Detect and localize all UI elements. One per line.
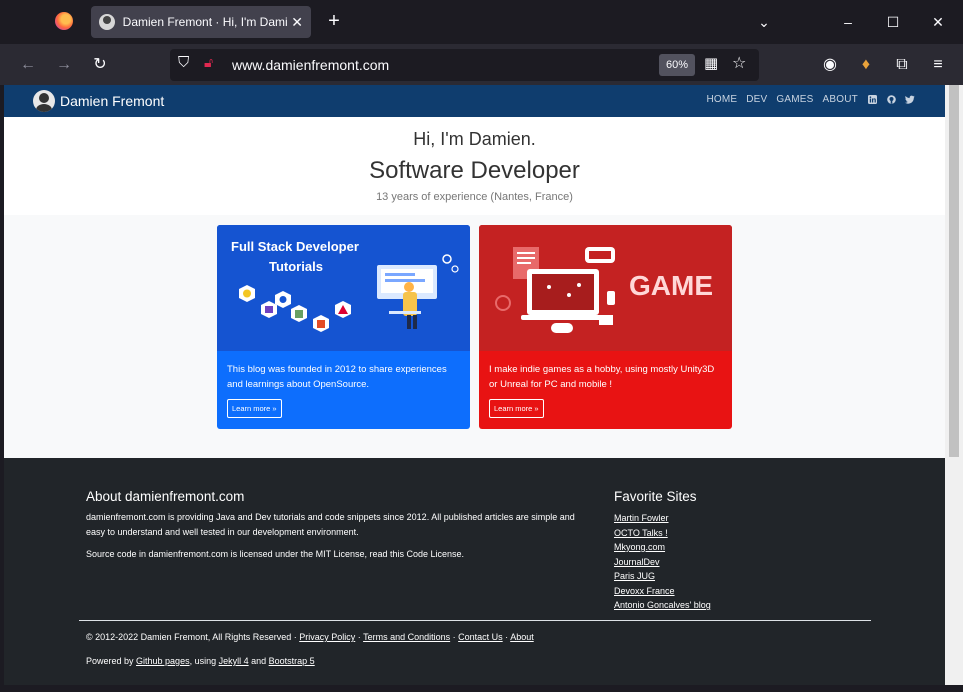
game-learn-more-button[interactable]: Learn more » xyxy=(489,399,544,418)
page-scrollbar[interactable] xyxy=(945,85,963,685)
browser-tab-bar: Damien Fremont · Hi, I'm Dami ✕ + ⌄ – ☐ … xyxy=(0,0,963,44)
new-tab-button[interactable]: + xyxy=(322,10,346,34)
about-link[interactable]: About xyxy=(510,632,534,642)
game-card-description: I make indie games as a hobby, using mos… xyxy=(489,364,715,390)
site-menu: HOME DEV GAMES ABOUT xyxy=(706,94,915,105)
blog-card-description: This blog was founded in 2012 to share e… xyxy=(227,364,447,390)
github-pages-link[interactable]: Github pages xyxy=(136,656,190,666)
nav-about[interactable]: ABOUT xyxy=(823,94,858,105)
about-text: damienfremont.com is providing Java and … xyxy=(86,512,575,537)
account-icon[interactable]: ◉ xyxy=(819,54,841,76)
jekyll-link[interactable]: Jekyll 4 xyxy=(219,656,249,666)
reload-icon[interactable]: ↻ xyxy=(89,54,111,76)
site-navbar: Damien Fremont HOME DEV GAMES ABOUT xyxy=(4,85,945,117)
shield-icon[interactable]: ⛉ xyxy=(178,54,189,71)
extensions-puzzle-icon[interactable]: ⧉ xyxy=(891,54,913,76)
blog-image-title-line2: Tutorials xyxy=(269,259,323,274)
hero-experience: 13 years of experience (Nantes, France) xyxy=(376,191,573,203)
close-window-button[interactable]: ✕ xyxy=(928,12,948,32)
game-card-body: I make indie games as a hobby, using mos… xyxy=(479,351,732,429)
favorite-link-antonio-goncalves[interactable]: Antonio Goncalves' blog xyxy=(614,598,711,613)
hero-role: Software Developer xyxy=(369,157,580,184)
favorite-link-martin-fowler[interactable]: Martin Fowler xyxy=(614,511,711,526)
favorite-link-octo-talks[interactable]: OCTO Talks ! xyxy=(614,526,711,541)
favorite-sites-title: Favorite Sites xyxy=(614,489,697,504)
maximize-button[interactable]: ☐ xyxy=(883,12,903,32)
privacy-policy-link[interactable]: Privacy Policy xyxy=(299,632,355,642)
game-image-title: GAME xyxy=(629,270,713,301)
game-card-image[interactable]: GAME xyxy=(479,225,732,351)
github-icon[interactable] xyxy=(886,94,896,105)
hero-greeting: Hi, I'm Damien. xyxy=(413,129,536,149)
powered-by-text: Powered by xyxy=(86,656,137,666)
minimize-button[interactable]: – xyxy=(838,12,858,32)
footer-divider xyxy=(79,620,871,621)
menu-hamburger-icon[interactable]: ≡ xyxy=(927,54,949,76)
firefox-icon xyxy=(55,12,73,30)
game-card: GAME I make indie games as a hobby, usin… xyxy=(479,225,732,429)
linkedin-icon[interactable] xyxy=(867,94,877,105)
favorite-link-journaldev[interactable]: JournalDev xyxy=(614,555,711,570)
favorite-link-paris-jug[interactable]: Paris JUG xyxy=(614,569,711,584)
cards-section: Full Stack Developer Tutorials This blog… xyxy=(4,215,945,458)
lock-insecure-icon[interactable]: 🔓︎ xyxy=(204,54,213,71)
terms-link[interactable]: Terms and Conditions xyxy=(363,632,450,642)
nav-dev[interactable]: DEV xyxy=(746,94,767,105)
contact-link[interactable]: Contact Us xyxy=(458,632,503,642)
qr-code-icon[interactable]: ▦ xyxy=(704,54,718,72)
copyright-text: © 2012-2022 Damien Fremont, All Rights R… xyxy=(86,632,300,642)
favorite-sites-list: Martin Fowler OCTO Talks ! Mkyong.com Jo… xyxy=(614,511,711,613)
blog-image-title-line1: Full Stack Developer xyxy=(231,239,359,254)
nav-home[interactable]: HOME xyxy=(706,94,737,105)
copyright-line: © 2012-2022 Damien Fremont, All Rights R… xyxy=(86,632,534,642)
bookmark-star-icon[interactable]: ☆ xyxy=(732,53,746,73)
zoom-level-badge[interactable]: 60% xyxy=(659,54,695,76)
site-footer: About damienfremont.com damienfremont.co… xyxy=(4,458,945,685)
blog-card: Full Stack Developer Tutorials This blog… xyxy=(217,225,470,429)
list-tabs-icon[interactable]: ⌄ xyxy=(754,12,774,32)
favorite-link-devoxx-france[interactable]: Devoxx France xyxy=(614,584,711,599)
blog-card-image[interactable]: Full Stack Developer Tutorials xyxy=(217,225,470,351)
blog-learn-more-button[interactable]: Learn more » xyxy=(227,399,282,418)
url-text[interactable]: www.damienfremont.com xyxy=(232,57,389,73)
powered-by-line: Powered by Github pages, using Jekyll 4 … xyxy=(86,656,315,666)
tab-title: Damien Fremont · Hi, I'm Dami xyxy=(122,15,288,29)
scrollbar-thumb[interactable] xyxy=(949,85,959,457)
extension-pin-icon[interactable]: ♦ xyxy=(855,54,877,76)
license-text: Source code in damienfremont.com is lice… xyxy=(86,549,465,559)
forward-icon[interactable]: → xyxy=(53,54,75,76)
blog-card-body: This blog was founded in 2012 to share e… xyxy=(217,351,470,429)
nav-games[interactable]: GAMES xyxy=(776,94,813,105)
twitter-icon[interactable] xyxy=(905,95,915,105)
about-title: About damienfremont.com xyxy=(86,489,245,504)
back-icon[interactable]: ← xyxy=(17,54,39,76)
url-bar[interactable]: ⛉ 🔓︎ www.damienfremont.com 60% ▦ ☆ xyxy=(170,49,759,81)
avatar xyxy=(33,90,55,112)
and-text: and xyxy=(248,656,269,666)
browser-nav-bar: ← → ↻ ⛉ 🔓︎ www.damienfremont.com 60% ▦ ☆… xyxy=(0,44,963,85)
using-text: , using xyxy=(189,656,219,666)
brand-name: Damien Fremont xyxy=(60,93,165,109)
browser-tab[interactable]: Damien Fremont · Hi, I'm Dami ✕ xyxy=(91,6,311,38)
favorite-link-mkyong[interactable]: Mkyong.com xyxy=(614,540,711,555)
page-viewport: Damien Fremont HOME DEV GAMES ABOUT Hi, … xyxy=(4,85,945,685)
tab-favicon xyxy=(99,14,115,30)
close-tab-icon[interactable]: ✕ xyxy=(291,14,303,31)
bootstrap-link[interactable]: Bootstrap 5 xyxy=(269,656,315,666)
hero-section: Hi, I'm Damien. Software Developer 13 ye… xyxy=(4,117,945,215)
site-brand[interactable]: Damien Fremont xyxy=(33,90,164,112)
